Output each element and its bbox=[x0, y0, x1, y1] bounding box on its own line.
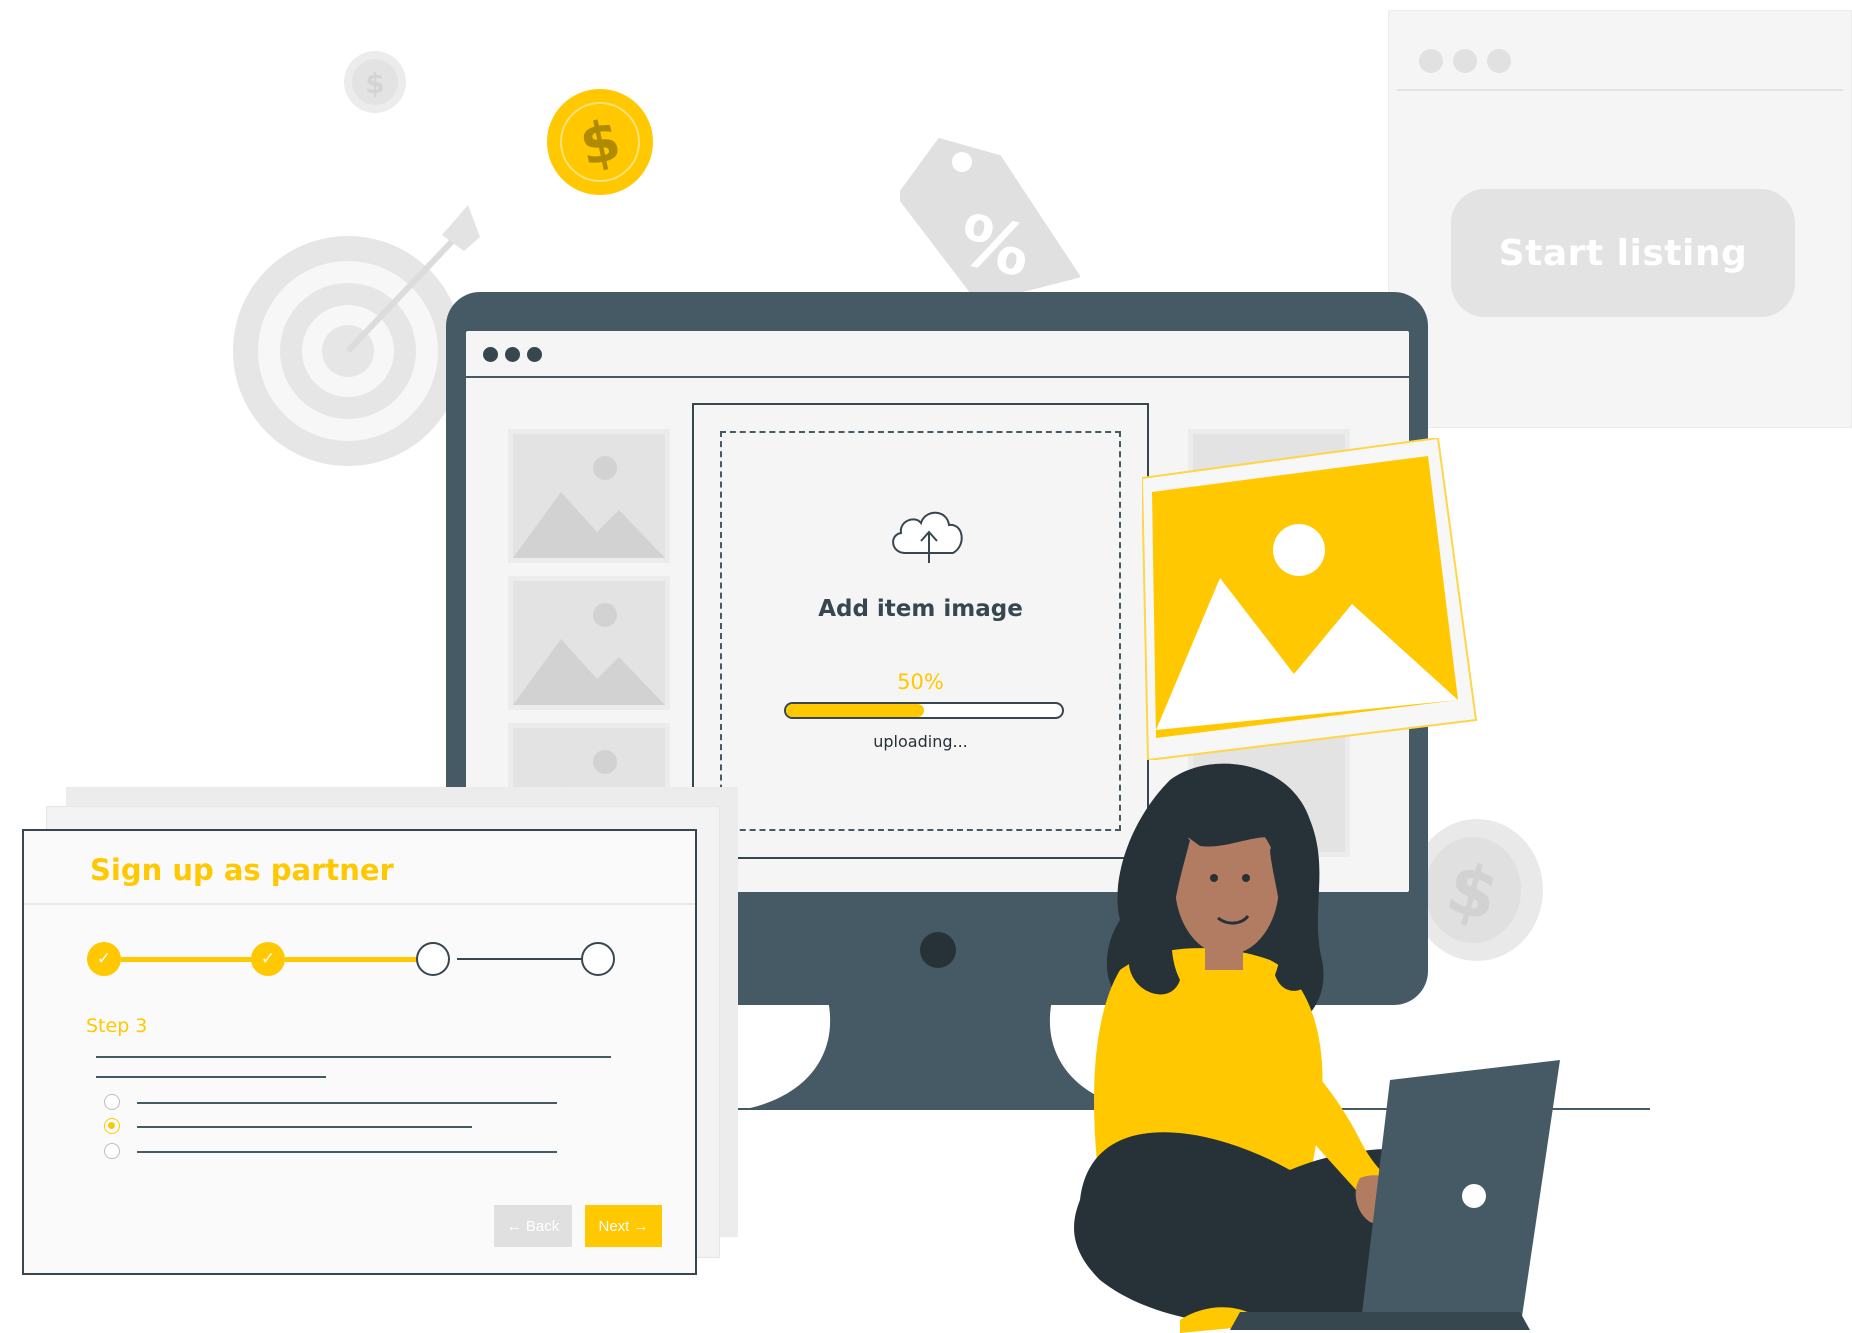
woman-with-laptop-illustration bbox=[1060, 760, 1600, 1333]
faded-coin-icon: $ bbox=[343, 50, 407, 114]
webcam bbox=[920, 932, 956, 968]
window-divider bbox=[1397, 89, 1843, 91]
signup-form: Sign up as partner ✓ ✓ Step 3 ← Back Nex… bbox=[22, 829, 697, 1275]
window-dot bbox=[1487, 49, 1511, 73]
radio-option-selected[interactable] bbox=[104, 1118, 120, 1134]
mountain-image-icon bbox=[513, 456, 665, 558]
window-divider bbox=[466, 376, 1409, 378]
window-dot bbox=[483, 347, 498, 362]
step-connector bbox=[285, 957, 423, 962]
step-connector bbox=[457, 958, 587, 960]
upload-status: uploading... bbox=[873, 732, 968, 751]
start-listing-button[interactable]: Start listing bbox=[1451, 189, 1795, 317]
option-text-line bbox=[137, 1151, 557, 1153]
signup-title: Sign up as partner bbox=[90, 853, 394, 887]
option-text-line bbox=[137, 1102, 557, 1104]
step-2-complete[interactable]: ✓ bbox=[251, 942, 285, 976]
image-thumbnail[interactable] bbox=[508, 429, 670, 563]
svg-text:$: $ bbox=[365, 67, 384, 100]
mountain-image-icon bbox=[513, 603, 665, 705]
window-dot bbox=[505, 347, 520, 362]
discount-tag-icon: % bbox=[900, 120, 1080, 300]
step-label: Step 3 bbox=[86, 1015, 148, 1037]
step-4-node[interactable] bbox=[581, 942, 615, 976]
form-divider bbox=[24, 903, 695, 905]
back-button[interactable]: ← Back bbox=[494, 1205, 572, 1247]
yellow-image-card bbox=[1142, 438, 1478, 760]
image-thumbnail[interactable] bbox=[508, 576, 670, 710]
next-button[interactable]: Next → bbox=[585, 1205, 662, 1247]
radio-option[interactable] bbox=[104, 1143, 120, 1159]
upload-progress-fill bbox=[786, 704, 924, 717]
step-connector bbox=[121, 957, 259, 962]
text-line bbox=[96, 1056, 611, 1058]
window-dot bbox=[1419, 49, 1443, 73]
check-icon: ✓ bbox=[260, 949, 276, 969]
option-text-line bbox=[137, 1126, 472, 1128]
listing-window: Start listing bbox=[1388, 10, 1852, 428]
step-3-node[interactable] bbox=[416, 942, 450, 976]
cloud-upload-icon bbox=[887, 505, 971, 567]
upload-title: Add item image bbox=[818, 596, 1023, 622]
upload-progress-bar bbox=[784, 702, 1064, 719]
dollar-coin-icon: $ bbox=[546, 88, 654, 196]
text-line bbox=[96, 1076, 326, 1078]
window-dot bbox=[1453, 49, 1477, 73]
check-icon: ✓ bbox=[96, 949, 112, 969]
window-dot bbox=[527, 347, 542, 362]
radio-option[interactable] bbox=[104, 1094, 120, 1110]
step-1-complete[interactable]: ✓ bbox=[87, 942, 121, 976]
upload-percent: 50% bbox=[897, 670, 944, 694]
